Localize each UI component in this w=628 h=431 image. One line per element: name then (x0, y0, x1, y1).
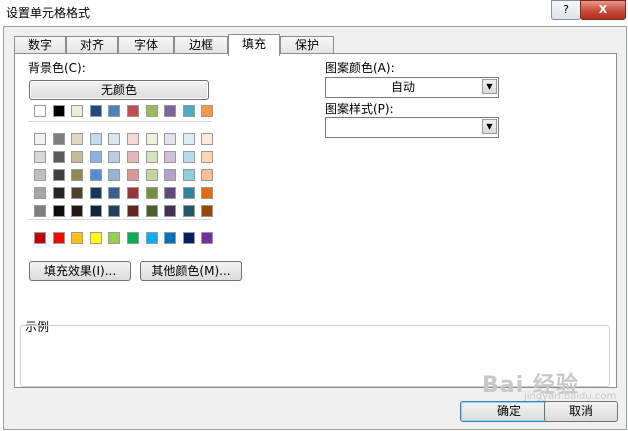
color-swatch[interactable] (52, 105, 65, 117)
color-swatch[interactable] (89, 187, 102, 199)
color-swatch[interactable] (182, 105, 195, 117)
color-swatch[interactable] (108, 105, 121, 117)
more-colors-button[interactable]: 其他颜色(M)... (140, 261, 242, 281)
color-swatch[interactable] (108, 169, 121, 181)
color-swatch[interactable] (89, 151, 102, 163)
color-swatch[interactable] (145, 205, 158, 217)
color-swatch[interactable] (52, 133, 65, 145)
chevron-down-icon[interactable]: ▼ (482, 79, 497, 94)
color-swatch[interactable] (145, 105, 158, 117)
color-swatch[interactable] (108, 232, 121, 244)
color-swatch[interactable] (34, 205, 46, 217)
color-swatch[interactable] (52, 169, 65, 181)
color-swatch[interactable] (71, 105, 84, 117)
color-swatch[interactable] (71, 232, 84, 244)
tab-fill[interactable]: 填充 (228, 34, 280, 56)
color-swatch[interactable] (201, 151, 214, 163)
tab-protection[interactable]: 保护 (280, 36, 334, 54)
tab-font[interactable]: 字体 (118, 36, 174, 54)
color-swatch[interactable] (201, 205, 214, 217)
color-swatch[interactable] (145, 151, 158, 163)
no-color-button[interactable]: 无颜色 (29, 80, 209, 100)
color-swatch[interactable] (71, 151, 84, 163)
color-swatch[interactable] (127, 151, 139, 163)
background-color-label: 背景色(C): (28, 61, 86, 75)
color-swatch[interactable] (52, 205, 65, 217)
color-swatch[interactable] (71, 169, 84, 181)
chevron-down-icon[interactable]: ▼ (482, 119, 497, 134)
color-swatch[interactable] (201, 232, 214, 244)
palette-divider (28, 121, 212, 122)
color-swatch[interactable] (89, 205, 102, 217)
color-swatch[interactable] (145, 232, 158, 244)
window-title: 设置单元格格式 (6, 6, 91, 20)
color-swatch[interactable] (34, 169, 46, 181)
color-swatch[interactable] (52, 151, 65, 163)
pattern-color-label: 图案颜色(A): (325, 61, 395, 75)
watermark-url: jingyan.baidu.com (524, 391, 617, 402)
color-swatch[interactable] (108, 133, 121, 145)
color-swatch[interactable] (182, 151, 195, 163)
color-swatch[interactable] (71, 205, 84, 217)
cancel-button[interactable]: 取消 (544, 401, 618, 422)
pattern-style-select[interactable]: ▼ (325, 117, 499, 138)
help-button[interactable]: ? (551, 0, 581, 20)
color-swatch[interactable] (52, 232, 65, 244)
color-swatch[interactable] (89, 105, 102, 117)
color-swatch[interactable] (108, 205, 121, 217)
color-swatch[interactable] (145, 187, 158, 199)
close-button[interactable]: X (580, 0, 626, 20)
color-swatch[interactable] (89, 232, 102, 244)
color-swatch[interactable] (182, 169, 195, 181)
color-swatch[interactable] (34, 187, 46, 199)
color-swatch[interactable] (71, 133, 84, 145)
tab-alignment[interactable]: 对齐 (66, 36, 118, 54)
color-swatch[interactable] (34, 151, 46, 163)
color-swatch[interactable] (108, 187, 121, 199)
color-swatch[interactable] (89, 133, 102, 145)
color-swatch[interactable] (145, 169, 158, 181)
tab-number[interactable]: 数字 (14, 36, 66, 54)
color-swatch[interactable] (164, 151, 177, 163)
color-swatch[interactable] (164, 205, 177, 217)
fill-effects-button[interactable]: 填充效果(I)... (29, 261, 131, 281)
color-swatch[interactable] (34, 133, 46, 145)
color-swatch[interactable] (201, 105, 214, 117)
color-swatch[interactable] (34, 232, 46, 244)
format-cells-dialog: 数字 对齐 字体 边框 填充 保护 背景色(C): 无颜色 填充效果(I)...… (3, 26, 627, 430)
color-swatch[interactable] (145, 133, 158, 145)
color-swatch[interactable] (71, 187, 84, 199)
color-swatch[interactable] (164, 232, 177, 244)
color-swatch[interactable] (201, 169, 214, 181)
color-swatch[interactable] (164, 105, 177, 117)
title-bar: 设置单元格格式 ? X (0, 0, 628, 26)
color-swatch[interactable] (182, 133, 195, 145)
color-swatch[interactable] (164, 169, 177, 181)
pattern-color-value: 自动 (390, 80, 415, 94)
color-swatch[interactable] (164, 133, 177, 145)
pattern-color-select[interactable]: 自动 ▼ (325, 77, 499, 98)
palette-divider (28, 219, 212, 220)
color-swatch[interactable] (182, 187, 195, 199)
color-swatch[interactable] (127, 187, 139, 199)
color-swatch[interactable] (127, 205, 139, 217)
color-swatch[interactable] (127, 232, 139, 244)
tab-border[interactable]: 边框 (174, 36, 228, 54)
pattern-style-label: 图案样式(P): (325, 102, 394, 116)
color-swatch[interactable] (201, 187, 214, 199)
fill-panel: 背景色(C): 无颜色 填充效果(I)... 其他颜色(M)... 图案颜色(A… (14, 53, 617, 388)
color-swatch[interactable] (52, 187, 65, 199)
color-swatch[interactable] (89, 169, 102, 181)
color-swatch[interactable] (127, 105, 139, 117)
color-swatch[interactable] (108, 151, 121, 163)
color-swatch[interactable] (182, 205, 195, 217)
color-swatch[interactable] (34, 105, 46, 117)
color-swatch[interactable] (164, 187, 177, 199)
color-swatch[interactable] (182, 232, 195, 244)
color-swatch[interactable] (127, 169, 139, 181)
color-swatch[interactable] (201, 133, 214, 145)
color-swatch[interactable] (127, 133, 139, 145)
